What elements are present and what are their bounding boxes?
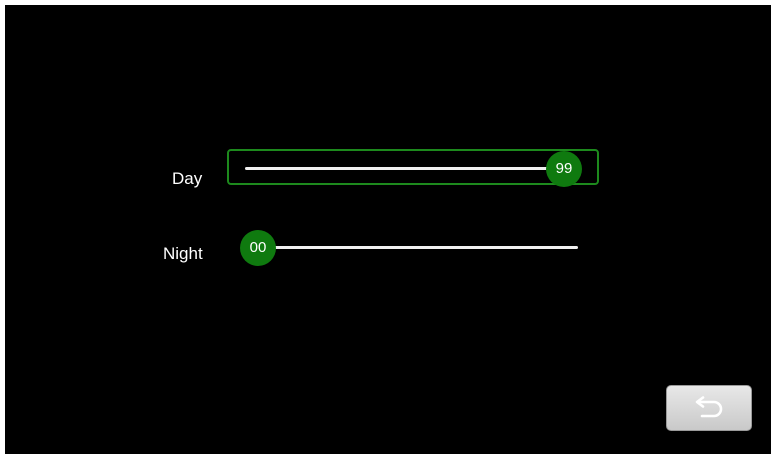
brightness-settings-screen	[5, 5, 771, 454]
night-slider-track[interactable]	[262, 246, 578, 249]
night-label: Night	[163, 244, 203, 263]
day-label: Day	[172, 169, 203, 188]
return-arrow-icon	[695, 396, 723, 418]
day-slider-knob[interactable]: 99	[546, 151, 582, 187]
day-slider-track[interactable]	[245, 167, 565, 170]
back-button[interactable]	[666, 385, 752, 431]
night-slider-knob[interactable]: 00	[240, 230, 276, 266]
